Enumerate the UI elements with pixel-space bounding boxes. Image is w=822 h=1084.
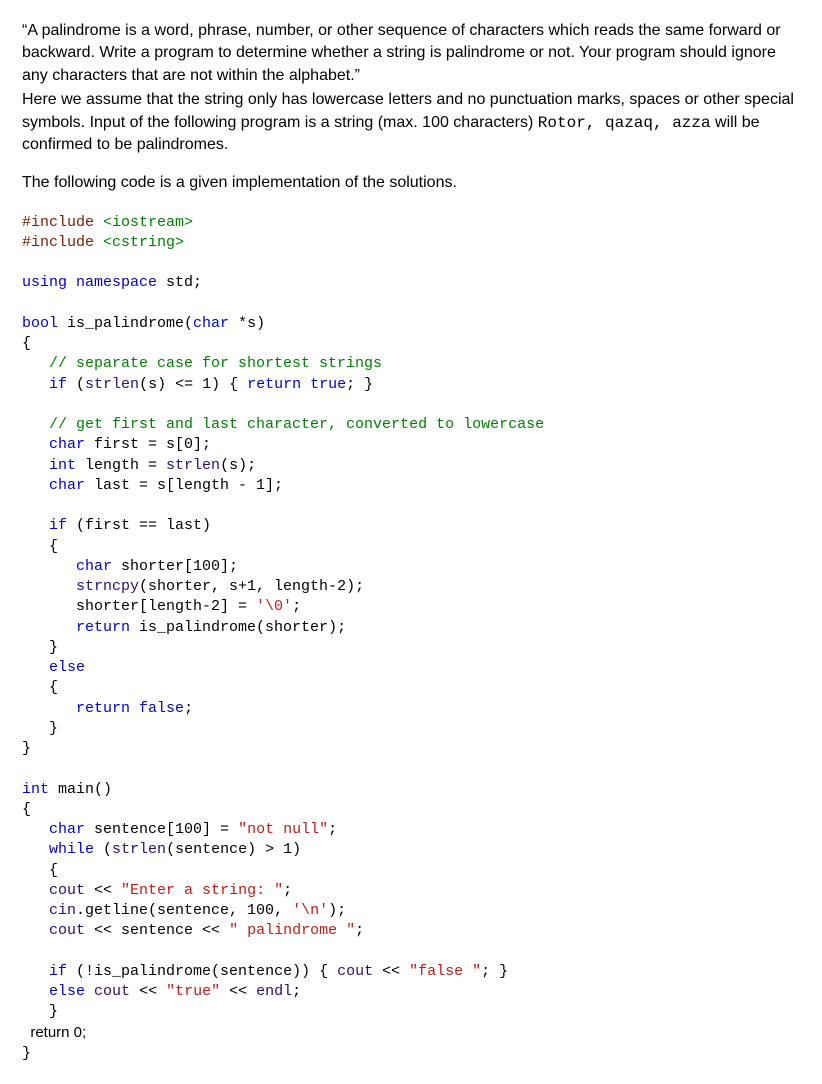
include-header: <iostream>	[103, 214, 193, 231]
preprocessor: #include	[22, 214, 103, 231]
quote-paragraph: “A palindrome is a word, phrase, number,…	[22, 20, 800, 87]
lead-in-paragraph: The following code is a given implementa…	[22, 172, 800, 194]
problem-statement: “A palindrome is a word, phrase, number,…	[22, 20, 800, 195]
assumption-paragraph: Here we assume that the string only has …	[22, 89, 800, 156]
example-words: Rotor, qazaq, azza	[538, 114, 711, 132]
code-block: #include <iostream> #include <cstring> u…	[22, 213, 800, 1065]
comment: // separate case for shortest strings	[22, 355, 382, 372]
